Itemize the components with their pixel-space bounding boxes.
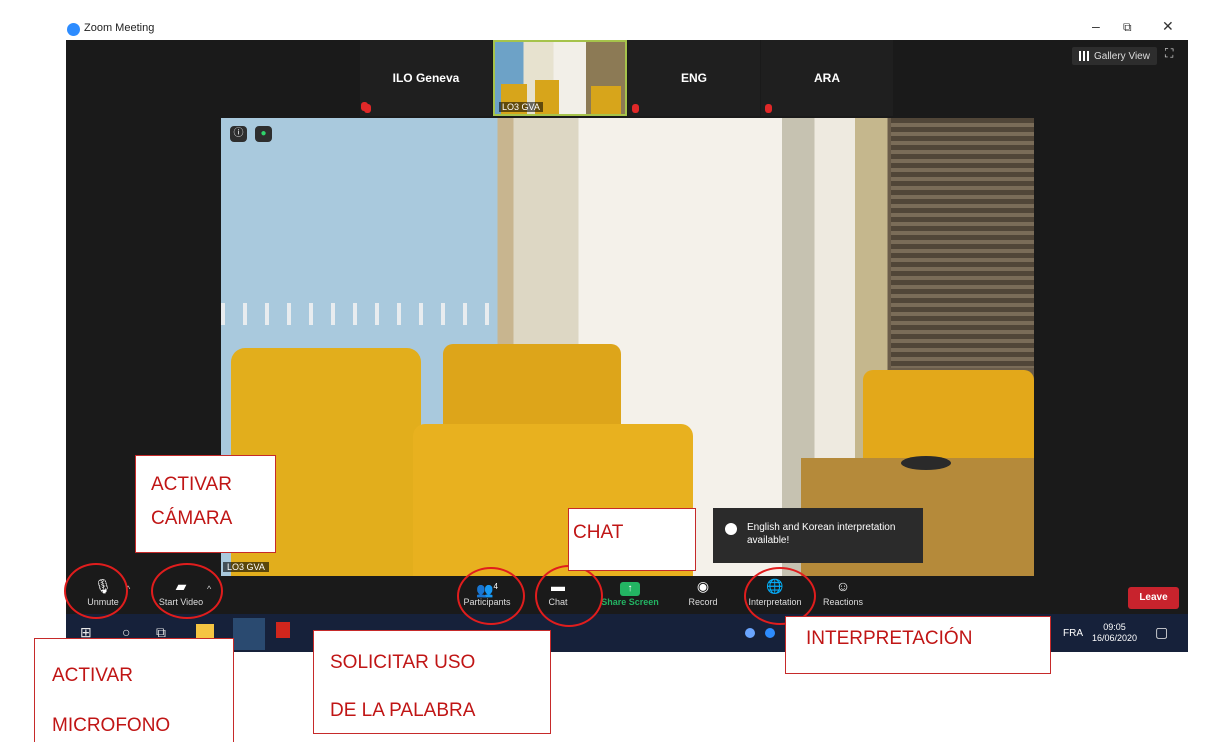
share-screen-icon: ↑: [620, 582, 640, 596]
participant-tile-eng[interactable]: ENG: [628, 40, 760, 116]
participant-name: ILO Geneva: [392, 71, 460, 85]
notifications-icon[interactable]: ▢: [1155, 624, 1168, 641]
participant-name: LO3 GVA: [499, 102, 543, 112]
annotation-activar-microfono: ACTIVAR MICROFONO: [34, 638, 234, 742]
participant-tile-ilo-geneva[interactable]: ILO Geneva: [360, 40, 492, 116]
annotation-line: SOLICITAR USO: [330, 652, 476, 673]
globe-icon: [725, 523, 737, 535]
annotation-line: ACTIVAR: [52, 665, 133, 686]
active-speaker-name: LO3 GVA: [223, 562, 269, 572]
annotation-circle-video: [151, 563, 223, 619]
annotation-circle-participants: [457, 567, 525, 625]
annotation-line: CÁMARA: [151, 508, 233, 529]
outlook-icon[interactable]: [233, 618, 265, 650]
annotation-activar-camara: ACTIVAR CÁMARA: [135, 455, 276, 553]
share-screen-label: Share Screen: [601, 597, 659, 607]
file-explorer-icon[interactable]: [196, 624, 214, 638]
annotation-circle-unmute: [64, 563, 128, 619]
muted-mic-icon: [765, 104, 772, 113]
record-button[interactable]: ◉ Record: [666, 578, 740, 607]
annotation-line: ACTIVAR: [151, 474, 232, 495]
annotation-line: MICROFONO: [52, 715, 171, 736]
clock-time: 09:05: [1103, 622, 1126, 632]
muted-mic-icon: [361, 102, 368, 111]
annotation-chat: CHAT: [568, 508, 696, 571]
leave-button[interactable]: Leave: [1128, 587, 1179, 609]
close-button[interactable]: ✕: [1162, 18, 1174, 35]
share-screen-button[interactable]: ↑ Share Screen: [593, 578, 667, 607]
muted-mic-icon: [632, 104, 639, 113]
language-indicator[interactable]: FRA: [1063, 628, 1083, 639]
info-icon[interactable]: ⓘ: [230, 126, 247, 142]
record-icon: ◉: [696, 578, 710, 594]
minimize-button[interactable]: –: [1092, 18, 1100, 34]
window-title-bar: [60, 18, 1195, 40]
smiley-plus-icon: ☺: [835, 578, 851, 594]
record-label: Record: [688, 597, 718, 607]
participant-tile-ara[interactable]: ARA: [761, 40, 893, 116]
encryption-shield-icon[interactable]: ●: [255, 126, 272, 142]
reactions-button[interactable]: ☺ Reactions: [806, 578, 880, 607]
annotation-line: DE LA PALABRA: [330, 700, 476, 721]
annotation-solicitar-palabra: SOLICITAR USO DE LA PALABRA: [313, 630, 551, 734]
fullscreen-icon[interactable]: ⛶: [1165, 46, 1173, 61]
zoom-logo-icon: [67, 23, 80, 36]
restore-button[interactable]: ⧉: [1123, 20, 1132, 35]
reactions-label: Reactions: [822, 597, 864, 607]
participant-tile-lo3-gva[interactable]: LO3 GVA: [493, 40, 627, 116]
participant-name: ENG: [680, 71, 707, 85]
app-title: Zoom Meeting: [84, 22, 155, 34]
taskbar-clock[interactable]: 09:05 16/06/2020: [1092, 622, 1137, 644]
gallery-view-label: Gallery View: [1094, 50, 1150, 62]
gallery-view-button[interactable]: Gallery View: [1072, 47, 1157, 65]
annotation-circle-chat: [535, 565, 603, 627]
participant-name: ARA: [814, 71, 840, 85]
grid-icon: [1079, 51, 1089, 61]
pdf-reader-icon[interactable]: [276, 622, 290, 638]
clock-date: 16/06/2020: [1092, 633, 1138, 643]
zoom-tray-icon[interactable]: [765, 628, 775, 638]
interpretation-toast: English and Korean interpretation availa…: [713, 508, 923, 563]
tray-icon[interactable]: [745, 628, 755, 638]
annotation-interpretacion: INTERPRETACIÓN: [785, 616, 1051, 674]
